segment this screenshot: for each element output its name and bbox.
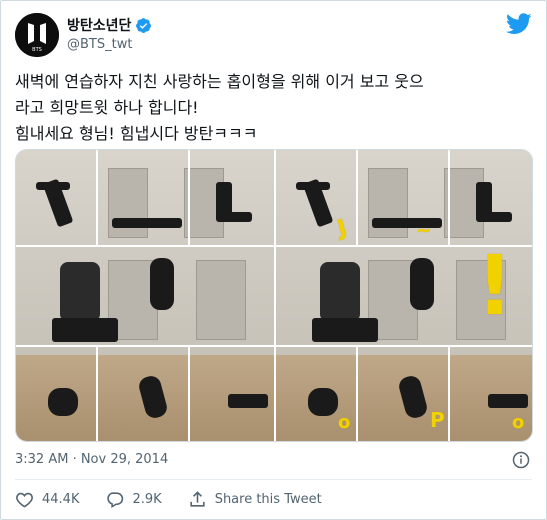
action-bar: 44.4K 2.9K Share this Tweet <box>15 490 348 509</box>
share-button[interactable]: Share this Tweet <box>188 490 322 509</box>
reply-bubble-icon <box>107 492 124 509</box>
like-count: 44.4K <box>42 492 80 507</box>
reply-button[interactable]: 2.9K <box>105 490 162 509</box>
sticker-p: P <box>430 408 445 432</box>
twitter-bird-icon[interactable] <box>506 13 532 35</box>
reply-count: 2.9K <box>132 492 162 507</box>
avatar[interactable]: BTS <box>15 13 59 57</box>
share-upload-icon <box>190 491 205 507</box>
verified-badge-icon <box>136 17 152 33</box>
avatar-label: BTS <box>32 47 42 53</box>
sticker-o-1: o <box>338 412 351 433</box>
tweet-text: 새벽에 연습하자 지친 사랑하는 홉이형을 위해 이거 보고 웃으 라고 희망트… <box>15 72 424 143</box>
sticker-exclaim: ! <box>476 239 514 334</box>
sticker-o-2: o <box>512 412 525 433</box>
share-label: Share this Tweet <box>214 492 322 507</box>
tweet-card: BTS 방탄소년단 @BTS_twt 새벽에 연습하자 지친 사랑하는 홉이형을… <box>0 0 547 520</box>
author-name[interactable]: 방탄소년단 <box>67 15 131 35</box>
bts-logo-icon: BTS <box>15 13 59 57</box>
author-handle[interactable]: @BTS_twt <box>67 37 132 52</box>
sticker-h: ~ <box>416 220 432 241</box>
like-button[interactable]: 44.4K <box>15 490 79 509</box>
media-image-right[interactable]: J ~ ! o P o <box>276 150 532 441</box>
tweet-timestamp[interactable]: 3:32 AM · Nov 29, 2014 <box>15 452 168 467</box>
author-name-row[interactable]: 방탄소년단 <box>67 15 152 35</box>
media-image-left[interactable] <box>16 150 274 441</box>
actions-divider <box>15 479 532 480</box>
heart-icon <box>16 492 33 508</box>
info-icon[interactable] <box>512 451 530 469</box>
tweet-media[interactable]: J ~ ! o P o <box>15 149 533 442</box>
